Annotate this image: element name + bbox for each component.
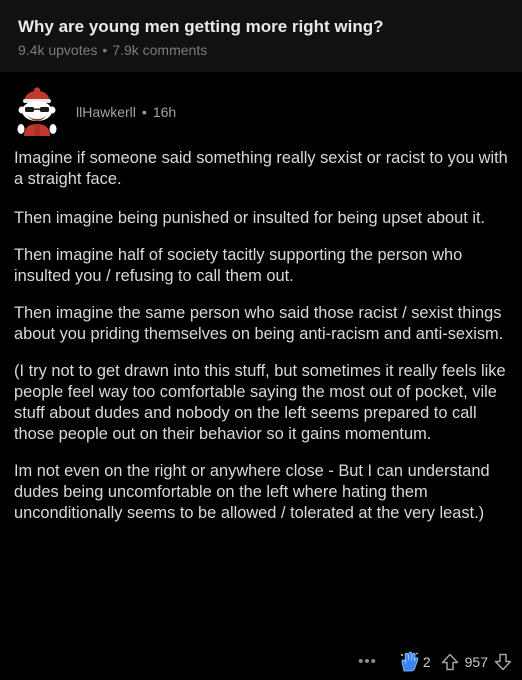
comment-body: Imagine if someone said something really… xyxy=(14,148,510,540)
comment-age: 16h xyxy=(152,103,177,120)
snoo-avatar-icon[interactable] xyxy=(14,86,58,140)
vote-score: 957 xyxy=(464,654,488,670)
comment-paragraph: (I try not to get drawn into this stuff,… xyxy=(14,362,506,443)
comment-author[interactable]: llHawkerll xyxy=(76,104,136,120)
more-options-button[interactable]: ••• xyxy=(358,650,377,674)
comment-count: 7.9k comments xyxy=(112,42,208,58)
comment-paragraph: Imagine if someone said something really… xyxy=(14,149,508,188)
post-header[interactable]: Why are young men getting more right win… xyxy=(0,0,522,72)
vote-controls: 957 xyxy=(441,653,512,671)
award-count: 2 xyxy=(422,654,431,670)
upvote-arrow-icon[interactable] xyxy=(441,653,459,671)
comment: llHawkerll • 16h Imagine if someone said s… xyxy=(0,72,522,680)
comment-paragraph: Then imagine being punished or insulted … xyxy=(14,209,486,227)
award-hand-icon xyxy=(399,651,419,673)
comment-paragraph: Then imagine the same person who said th… xyxy=(14,304,504,343)
downvote-arrow-icon[interactable] xyxy=(494,653,512,671)
post-title[interactable]: Why are young men getting more right win… xyxy=(18,16,504,38)
author-separator: • xyxy=(141,103,147,120)
comment-paragraph: Then imagine half of society tacitly sup… xyxy=(14,246,463,285)
upvote-count: 9.4k upvotes xyxy=(18,42,98,58)
comment-header: llHawkerll • 16h xyxy=(14,84,176,142)
author-line: llHawkerll • 16h xyxy=(76,103,176,121)
award-button[interactable]: 2 xyxy=(399,651,431,673)
post-meta: 9.4k upvotes • 7.9k comments xyxy=(18,41,504,59)
comment-actions: ••• 2 957 xyxy=(358,650,512,674)
comment-paragraph: Im not even on the right or anywhere clo… xyxy=(14,462,490,522)
meta-separator: • xyxy=(102,42,108,58)
